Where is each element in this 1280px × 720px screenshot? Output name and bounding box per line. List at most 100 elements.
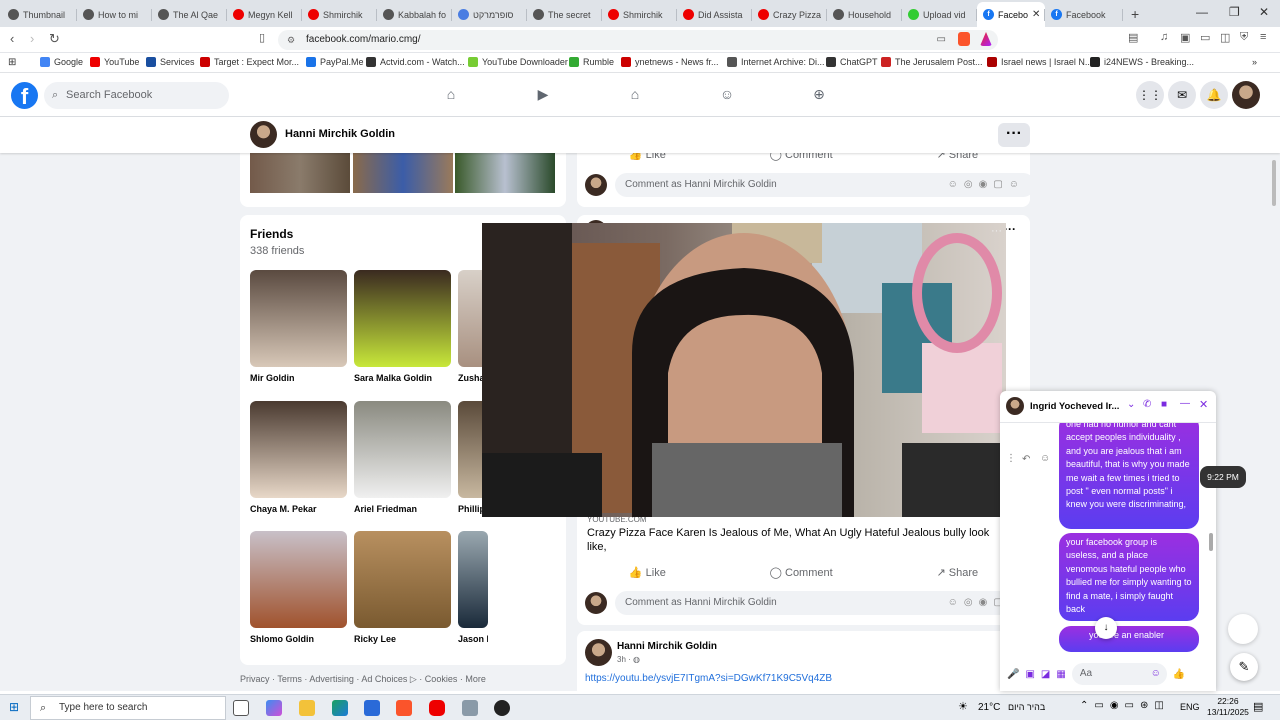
footer-links[interactable]: Privacy · Terms · Advertising · Ad Choic… (240, 674, 486, 685)
outlook-icon[interactable] (364, 700, 380, 716)
browser-tab[interactable]: Shmirchik (302, 2, 377, 27)
bookmark-item[interactable]: YouTube Downloader (468, 57, 568, 67)
bookmark-item[interactable]: The Jerusalem Post... (881, 57, 983, 67)
forward-icon[interactable]: › (30, 31, 34, 46)
close-chat-icon[interactable]: ✕ (1199, 398, 1208, 411)
picture-in-picture-video[interactable]: ··· (482, 223, 1006, 517)
friend-card[interactable]: Ariel Friedman (354, 401, 451, 514)
image-icon[interactable]: ▣ (1025, 669, 1034, 680)
react-icon[interactable]: ☺ (1040, 453, 1050, 464)
phone-icon[interactable]: ✆ (1143, 399, 1151, 410)
scroll-down-icon[interactable]: ↓ (1095, 617, 1117, 639)
media-icon[interactable]: ♫ (1160, 31, 1168, 43)
post-author-name[interactable]: Hanni Mirchik Goldin (617, 641, 717, 652)
pip-options-icon[interactable]: ··· (991, 225, 1002, 237)
clock[interactable]: 22:26 13/11/2025 (1207, 696, 1249, 718)
chevron-down-icon[interactable]: ⌄ (1127, 399, 1135, 410)
screen-icon[interactable]: ▭ (937, 30, 946, 50)
microphone-icon[interactable]: 🎤 (1007, 669, 1019, 680)
like-button[interactable]: 👍 Like (629, 566, 666, 579)
browser-tab[interactable]: The Al Qae (152, 2, 227, 27)
message-bubble[interactable]: you are an enabler (1059, 626, 1199, 652)
language-indicator[interactable]: ENG (1180, 702, 1200, 712)
tab-facebook-active[interactable]: f Facebo ✕ (977, 2, 1045, 27)
friend-photo[interactable] (250, 270, 347, 367)
emoji-icon[interactable]: ☺ (1151, 663, 1161, 685)
post-link[interactable]: https://youtu.be/ysvjE7ITgmA?si=DGwKf71K… (585, 673, 832, 684)
bookmark-item[interactable]: PayPal.Me (306, 57, 364, 67)
close-tab-icon[interactable]: ✕ (1032, 9, 1040, 20)
bookmark-item[interactable]: ChatGPT (826, 57, 878, 67)
gaming-icon[interactable]: ⊕ (810, 86, 828, 104)
post-time[interactable]: 3h · ◍ (617, 655, 640, 664)
share-button[interactable]: ↗ Share (936, 566, 978, 579)
account-avatar[interactable] (1232, 81, 1260, 109)
friend-name[interactable]: Ariel Friedman (354, 504, 451, 514)
groups-icon[interactable]: ☺ (718, 86, 736, 104)
chat-scrollbar[interactable] (1209, 533, 1213, 551)
minimize-icon[interactable]: — (1196, 5, 1208, 19)
bookmark-item[interactable]: Israel news | Israel N... (987, 57, 1092, 67)
wallet-icon[interactable]: ▭ (1200, 31, 1210, 44)
bookmark-icon[interactable]: ▯ (259, 31, 265, 44)
edge-icon[interactable] (332, 700, 348, 716)
windows-start-icon[interactable]: ⊞ (9, 700, 19, 714)
calculator-icon[interactable] (462, 700, 478, 716)
browser-tab[interactable]: How to mi (77, 2, 152, 27)
comment-button[interactable]: ◯ Comment (770, 566, 833, 579)
bookmark-item[interactable]: Internet Archive: Di... (727, 57, 825, 67)
friends-title[interactable]: Friends (250, 227, 293, 241)
messenger-icon[interactable]: ✉ (1168, 81, 1196, 109)
friend-card[interactable]: Chaya M. Pekar (250, 401, 347, 514)
thumbs-up-icon[interactable]: 👍 (1173, 669, 1185, 680)
more-bookmarks-icon[interactable]: » (1252, 57, 1257, 67)
friend-photo[interactable] (250, 531, 347, 628)
sidebar-icon[interactable]: ▤ (1128, 31, 1138, 44)
chat-head-placeholder[interactable] (1228, 614, 1258, 644)
facebook-logo-icon[interactable]: f (11, 82, 38, 109)
tray-icons[interactable]: ⌃▭◉▭⊛◫ (1080, 700, 1170, 711)
bookmark-item[interactable]: YouTube (90, 57, 139, 67)
browser-tab[interactable]: Megyn Kell (227, 2, 302, 27)
extensions-icon[interactable]: ◫ (1220, 31, 1230, 44)
friend-card[interactable]: Mir Goldin (250, 270, 347, 383)
browser-tab[interactable]: Upload vid (902, 2, 977, 27)
photo-thumbnail[interactable] (353, 153, 453, 193)
browser-tab[interactable]: Household (827, 2, 902, 27)
brave-taskbar-icon[interactable] (396, 700, 412, 716)
sticker-icon[interactable]: ◪ (1041, 669, 1050, 680)
friend-name[interactable]: Sara Malka Goldin (354, 373, 451, 383)
notifications-icon[interactable]: 🔔 (1200, 81, 1228, 109)
friend-photo[interactable] (458, 531, 488, 628)
friend-card[interactable]: Shlomo Goldin (250, 531, 347, 644)
marketplace-icon[interactable]: ⌂ (626, 86, 644, 104)
friend-name[interactable]: Ricky Lee (354, 634, 451, 644)
close-window-icon[interactable]: ✕ (1259, 5, 1269, 19)
url-field[interactable]: ⚙ facebook.com/mario.cmg/ ▭ ⇪ (278, 30, 998, 50)
apps-icon[interactable]: ⊞ (8, 57, 16, 68)
friend-name[interactable]: Shlomo Goldin (250, 634, 347, 644)
message-bubble[interactable]: one had no humor and cant accept peoples… (1059, 423, 1199, 529)
friend-name[interactable]: Mir Goldin (250, 373, 347, 383)
site-info-icon[interactable]: ⚙ (287, 30, 295, 50)
friend-photo[interactable] (354, 531, 451, 628)
photo-thumbnail[interactable] (455, 153, 555, 193)
comment-input[interactable]: Comment as Hanni Mirchik Goldin ☺◎◉▢☺ (615, 591, 1035, 615)
bookmark-item[interactable]: i24NEWS - Breaking... (1090, 57, 1194, 67)
friend-name[interactable]: Chaya M. Pekar (250, 504, 347, 514)
profile-avatar[interactable] (250, 121, 277, 148)
message-bubble[interactable]: your facebook group is useless, and a pl… (1059, 533, 1199, 621)
browser-tab[interactable]: Kabbalah fo (377, 2, 452, 27)
page-scrollbar[interactable] (1272, 160, 1276, 206)
notifications-center-icon[interactable]: ▤ (1253, 700, 1263, 713)
friend-name[interactable]: Jason Franks (458, 634, 488, 644)
friend-photo[interactable] (354, 270, 451, 367)
bookmark-item[interactable]: ynetnews - News fr... (621, 57, 719, 67)
bookmark-item[interactable]: Target : Expect Mor... (200, 57, 299, 67)
browser-tab[interactable]: The secret (527, 2, 602, 27)
new-tab-button[interactable]: + (1131, 2, 1139, 27)
new-message-icon[interactable]: ✎ (1230, 653, 1258, 681)
photo-thumbnail[interactable] (250, 153, 350, 193)
taskbar-search-input[interactable]: ⌕ Type here to search (30, 696, 226, 720)
home-icon[interactable]: ⌂ (442, 86, 460, 104)
